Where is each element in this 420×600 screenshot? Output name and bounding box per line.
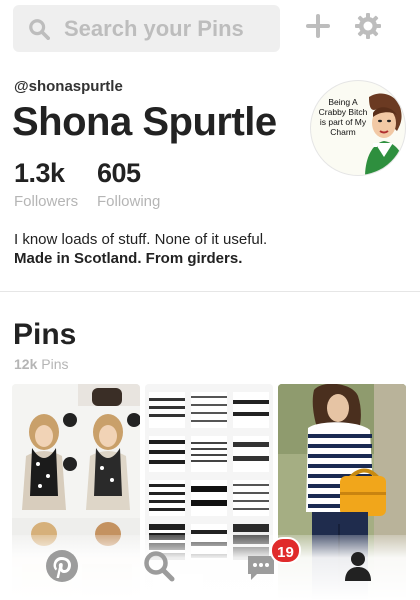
avatar-text: Being A Crabby Bitch is part of My Charm bbox=[318, 97, 368, 137]
search-bar[interactable] bbox=[13, 5, 280, 52]
bottom-nav bbox=[0, 535, 420, 600]
pins-count-label: Pins bbox=[41, 356, 69, 372]
followers-label: Followers bbox=[14, 193, 79, 210]
search-icon[interactable] bbox=[141, 548, 177, 584]
followers-stat[interactable]: 1.3k Followers bbox=[14, 158, 78, 210]
search-input[interactable] bbox=[64, 15, 274, 42]
notification-badge: 19 bbox=[270, 537, 301, 564]
section-divider bbox=[0, 291, 420, 292]
pins-count: 12k Pins bbox=[14, 356, 68, 372]
plus-icon[interactable] bbox=[304, 12, 332, 40]
following-count: 605 bbox=[97, 158, 141, 188]
profile-handle: @shonaspurtle bbox=[14, 78, 123, 95]
bio-line-1: I know loads of stuff. None of it useful… bbox=[14, 231, 268, 248]
pinterest-icon[interactable] bbox=[44, 548, 80, 584]
avatar[interactable]: Being A Crabby Bitch is part of My Charm bbox=[310, 80, 406, 176]
following-stat[interactable]: 605 Following bbox=[97, 158, 160, 210]
profile-name: Shona Spurtle bbox=[12, 100, 277, 144]
profile-bio: I know loads of stuff. None of it useful… bbox=[14, 230, 267, 268]
profile-icon[interactable] bbox=[340, 548, 376, 584]
pins-count-number: 12k bbox=[14, 356, 38, 372]
pins-heading[interactable]: Pins bbox=[13, 318, 76, 352]
bio-line-2: Made in Scotland. From girders. bbox=[14, 250, 243, 267]
search-icon bbox=[29, 18, 50, 40]
following-label: Following bbox=[97, 193, 161, 210]
gear-icon[interactable] bbox=[354, 12, 382, 40]
followers-count: 1.3k bbox=[14, 158, 65, 188]
top-bar bbox=[0, 0, 420, 62]
